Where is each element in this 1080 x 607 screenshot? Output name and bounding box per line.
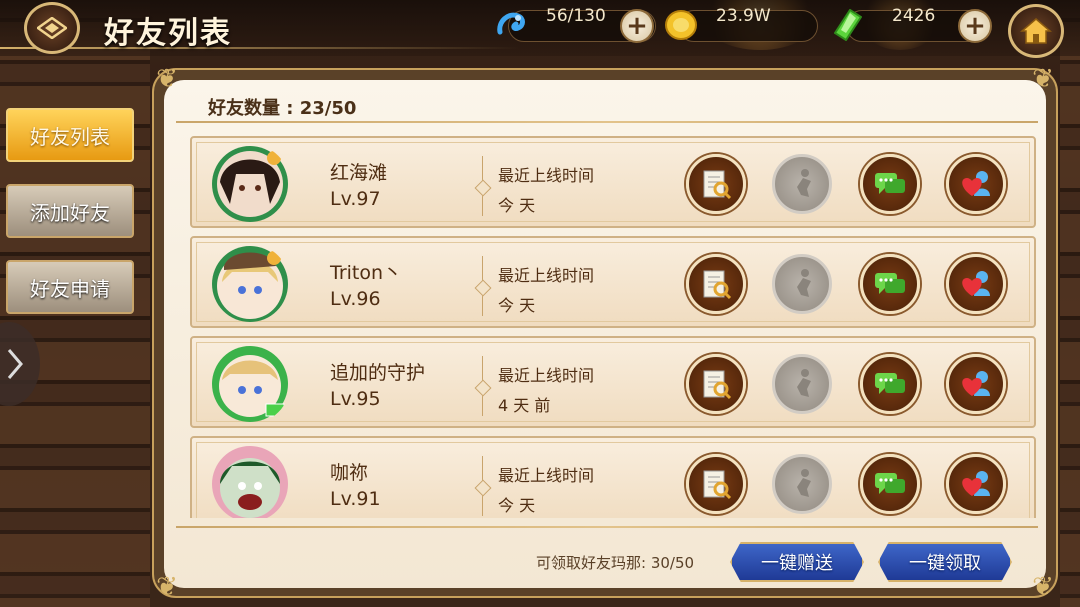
divider-top [176, 121, 1038, 123]
kneel-disabled-button[interactable] [772, 454, 832, 514]
magnify-document-icon [703, 270, 732, 300]
home-icon [1020, 18, 1052, 44]
view-profile-button[interactable] [686, 154, 746, 214]
page-title: 好友列表 [104, 16, 232, 51]
magnify-document-icon [703, 170, 732, 200]
chat-button[interactable] [860, 354, 920, 414]
friend-name: 追加的守护 [330, 362, 426, 384]
send-all-button[interactable]: 一键赠送 [730, 542, 864, 582]
view-profile-button[interactable] [686, 354, 746, 414]
last-online-value: 4 天 前 [498, 396, 551, 415]
kneeling-figure-icon [797, 469, 811, 497]
friend-avatar[interactable] [210, 144, 290, 224]
corner-ornament-icon: ❦ [1032, 572, 1054, 602]
last-online-value: 今 天 [498, 496, 536, 515]
gift-friend-button[interactable] [946, 254, 1006, 314]
green-crystal-icon [834, 9, 862, 41]
add-mana-button[interactable]: + [620, 9, 654, 43]
magnify-document-icon [703, 470, 732, 500]
tab-friend-list[interactable]: 好友列表 [6, 108, 134, 162]
last-online-value: 今 天 [498, 196, 536, 215]
chat-button[interactable] [860, 254, 920, 314]
last-online-label: 最近上线时间 [498, 366, 595, 385]
heart-friend-icon [962, 271, 990, 296]
magnify-document-icon [703, 370, 732, 400]
last-online-label: 最近上线时间 [498, 166, 595, 185]
gold-value: 23.9W [716, 6, 771, 26]
friend-row: Triton丶 Lv.96 最近上线时间 今 天 [190, 236, 1036, 328]
tab-friend-requests[interactable]: 好友申请 [6, 260, 134, 314]
friend-level: Lv.95 [330, 388, 381, 410]
kneel-disabled-button[interactable] [772, 354, 832, 414]
friend-row: 红海滩 Lv.97 最近上线时间 今 天 [190, 136, 1036, 228]
corner-ornament-icon: ❦ [156, 64, 178, 94]
claimable-mana-text: 可领取好友玛那: 30/50 [536, 554, 695, 572]
friend-level: Lv.97 [330, 188, 381, 210]
last-online-value: 今 天 [498, 296, 536, 315]
title-underline [0, 47, 520, 49]
add-crystal-button[interactable]: + [958, 9, 992, 43]
view-profile-button[interactable] [686, 454, 746, 514]
friend-level: Lv.91 [330, 488, 381, 510]
kneeling-figure-icon [797, 269, 811, 297]
chat-bubble-icon [875, 173, 905, 194]
kneel-disabled-button[interactable] [772, 254, 832, 314]
heart-friend-icon [962, 171, 990, 196]
chevron-right-icon [7, 349, 23, 379]
kneel-disabled-button[interactable] [772, 154, 832, 214]
last-online-label: 最近上线时间 [498, 466, 595, 485]
corner-ornament-icon: ❦ [156, 572, 178, 602]
last-online-label: 最近上线时间 [498, 266, 595, 285]
heart-friend-icon [962, 471, 990, 496]
kneeling-figure-icon [797, 369, 811, 397]
gold-coin-icon [665, 10, 697, 40]
blue-dragon-icon [497, 12, 525, 35]
friend-name: 红海滩 [330, 162, 388, 184]
friend-avatar[interactable] [210, 444, 290, 518]
chat-bubble-icon [875, 273, 905, 294]
corner-ornament-icon: ❦ [1032, 64, 1054, 94]
chat-button[interactable] [860, 454, 920, 514]
view-profile-button[interactable] [686, 254, 746, 314]
mana-value: 56/130 [546, 6, 606, 26]
back-diamond-icon [37, 17, 67, 39]
friend-row: 追加的守护 Lv.95 最近上线时间 4 天 前 [190, 336, 1036, 428]
tab-add-friend[interactable]: 添加好友 [6, 184, 134, 238]
claim-all-button[interactable]: 一键领取 [878, 542, 1012, 582]
friend-avatar[interactable] [210, 344, 290, 424]
divider-bottom [176, 526, 1038, 528]
chat-bubble-icon [875, 473, 905, 494]
gift-friend-button[interactable] [946, 154, 1006, 214]
friend-avatar[interactable] [210, 244, 290, 324]
heart-friend-icon [962, 371, 990, 396]
friend-list[interactable]: 红海滩 Lv.97 最近上线时间 今 天 Triton丶 Lv.96 最近上线时… [190, 136, 1036, 518]
back-button[interactable] [24, 2, 80, 54]
friend-level: Lv.96 [330, 288, 381, 310]
chat-bubble-icon [875, 373, 905, 394]
friend-row: 咖祢 Lv.91 最近上线时间 今 天 [190, 436, 1036, 518]
home-button[interactable] [1008, 4, 1064, 58]
gift-friend-button[interactable] [946, 354, 1006, 414]
kneeling-figure-icon [797, 169, 811, 197]
friend-name: Triton丶 [330, 262, 403, 284]
gift-friend-button[interactable] [946, 454, 1006, 514]
friend-name: 咖祢 [330, 462, 369, 484]
chat-button[interactable] [860, 154, 920, 214]
friend-count-label: 好友数量 : 23/50 [208, 98, 357, 119]
crystal-value: 2426 [892, 6, 936, 26]
